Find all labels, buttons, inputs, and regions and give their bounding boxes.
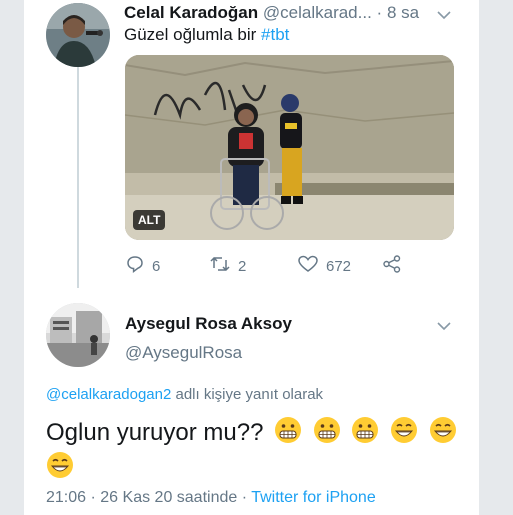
avatar-aysegul[interactable] xyxy=(46,303,110,367)
tweet-metadata: 21:06 · 26 Kas 20 saatinde · Twitter for… xyxy=(46,489,376,507)
reply-count: 6 xyxy=(152,257,161,275)
grinning-face-emoji xyxy=(429,416,457,451)
tweet-photo[interactable]: ALT xyxy=(125,55,454,240)
like-count: 672 xyxy=(326,257,352,275)
reply-action[interactable]: 6 xyxy=(126,255,160,277)
like-icon xyxy=(298,255,318,277)
chevron-down-icon[interactable] xyxy=(437,7,451,25)
separator: · xyxy=(90,489,96,506)
tweet-date[interactable]: 26 Kas 20 saatinde xyxy=(100,489,237,506)
avatar-celal[interactable] xyxy=(46,3,110,67)
tweet-time[interactable]: 8 sa xyxy=(387,3,419,22)
reply-context: @celalkaradogan2 adlı kişiye yanıt olara… xyxy=(46,386,323,403)
grimacing-face-emoji xyxy=(313,416,341,451)
display-name[interactable]: Celal Karadoğan xyxy=(124,3,258,22)
reply-icon xyxy=(126,255,144,277)
separator: · xyxy=(376,3,383,22)
alt-text-badge[interactable]: ALT xyxy=(133,210,166,230)
thread-connector-line xyxy=(77,66,79,288)
retweet-count: 2 xyxy=(238,257,247,275)
reply-to-link[interactable]: @celalkaradogan2 xyxy=(46,386,171,403)
display-name[interactable]: Aysegul Rosa Aksoy xyxy=(125,314,292,333)
grinning-face-emoji xyxy=(390,416,418,451)
user-handle[interactable]: @AysegulRosa xyxy=(125,343,242,363)
share-icon xyxy=(382,255,402,277)
hashtag-link[interactable]: #tbt xyxy=(261,25,289,44)
tweet-text: Oglun yuruyor mu?? xyxy=(46,416,457,451)
chevron-down-icon[interactable] xyxy=(437,318,451,336)
like-action[interactable]: 672 xyxy=(298,255,351,277)
tweet-text-body: Oglun yuruyor mu?? xyxy=(46,418,264,446)
tweet2-display-name-row: Aysegul Rosa Aksoy xyxy=(125,314,292,334)
reply-to-suffix: adlı kişiye yanıt olarak xyxy=(171,386,324,403)
grimacing-face-emoji xyxy=(351,416,379,451)
grinning-face-emoji xyxy=(46,451,74,486)
retweet-action[interactable]: 2 xyxy=(210,255,246,277)
separator: · xyxy=(241,489,248,506)
tweet-text: Güzel oğlumla bir #tbt xyxy=(124,25,289,45)
client-link[interactable]: Twitter for iPhone xyxy=(251,489,376,506)
grimacing-face-emoji xyxy=(274,416,302,451)
tweet-text-body: Güzel oğlumla bir xyxy=(124,25,262,44)
user-handle[interactable]: @celalkarad... xyxy=(263,3,372,22)
retweet-icon xyxy=(210,255,230,277)
tweet1-header: Celal Karadoğan @celalkarad... · 8 sa xyxy=(124,3,419,23)
tweet-text-continuation xyxy=(42,451,74,486)
tweet-time[interactable]: 21:06 xyxy=(46,489,86,506)
share-action[interactable] xyxy=(382,255,402,277)
